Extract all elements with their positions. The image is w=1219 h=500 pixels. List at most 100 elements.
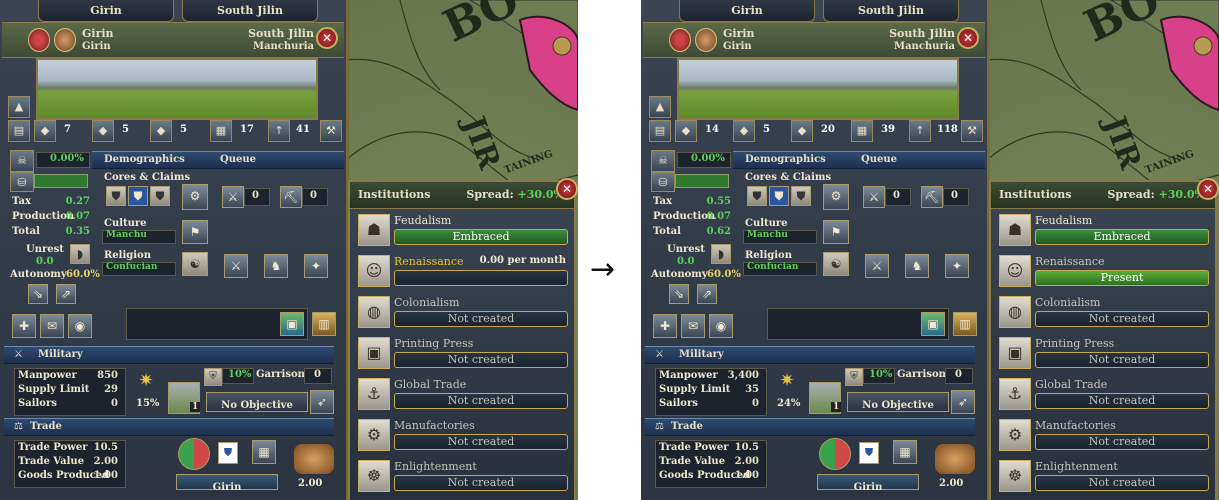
objective-target-button[interactable]: ➶ — [951, 390, 975, 414]
institution-row-global-trade[interactable]: ⚓ Global Trade Not created — [991, 374, 1215, 415]
ledger-icon[interactable]: ▤ — [8, 120, 30, 142]
institution-row-renaissance[interactable]: ☺ Renaissance Present — [991, 251, 1215, 292]
country-flag-icon[interactable] — [669, 28, 691, 52]
raise-autonomy-button[interactable]: ⇗ — [56, 284, 76, 304]
book-button[interactable]: ▥ — [312, 312, 336, 336]
institution-row-colonialism[interactable]: ◍ Colonialism Not created — [350, 292, 574, 333]
institution-row-manufactories[interactable]: ⚙ Manufactories Not created — [991, 415, 1215, 456]
fort-level: 1 — [831, 402, 842, 412]
artillery-button[interactable]: ✦ — [304, 254, 328, 278]
trade-node-button[interactable]: ▦ — [893, 440, 917, 464]
spy-button[interactable]: ◉ — [709, 314, 733, 338]
terrain-icon[interactable]: ▲ — [8, 96, 30, 118]
lower-autonomy-button[interactable]: ⇘ — [669, 284, 689, 304]
tab-province[interactable]: Girin — [38, 0, 174, 22]
diplomacy-button[interactable]: ✉ — [681, 314, 705, 338]
diplomacy-button[interactable]: ✉ — [40, 314, 64, 338]
development-row: ▤ ◆ 7 ◆ 5 ◆ 5 ▦ 17 ↑ 41 ⚒ — [6, 120, 342, 142]
recruit-icon[interactable]: ⚔ — [222, 186, 244, 208]
queue-title: Queue — [220, 154, 256, 165]
institutions-close-icon[interactable]: ✕ — [1197, 178, 1219, 200]
religion-icon[interactable]: ☯ — [182, 252, 208, 276]
claim-shield-icon: ⛊ — [791, 186, 811, 206]
trade-shield-icon: ⛊ — [218, 442, 238, 464]
book-button[interactable]: ▥ — [953, 312, 977, 336]
convert-culture-button[interactable]: ⚑ — [823, 220, 849, 244]
institution-printing-press-icon: ▣ — [999, 337, 1031, 369]
religion-icon[interactable]: ☯ — [823, 252, 849, 276]
institutions-close-icon[interactable]: ✕ — [556, 178, 578, 200]
institution-renaissance-icon: ☺ — [999, 255, 1031, 287]
trade-node-name-box[interactable]: Girin — [176, 474, 278, 493]
institution-row-printing-press[interactable]: ▣ Printing Press Not created — [991, 333, 1215, 374]
institution-row-colonialism[interactable]: ◍ Colonialism Not created — [991, 292, 1215, 333]
fort-icon: ✷ — [779, 370, 795, 391]
build-queue-icon[interactable]: ⛏ — [280, 186, 302, 208]
close-icon[interactable]: ✕ — [316, 27, 338, 49]
cores-action-button[interactable]: ⚙ — [823, 184, 849, 210]
lower-autonomy-button[interactable]: ⇘ — [28, 284, 48, 304]
province-name: Girin — [723, 27, 755, 40]
spy-button[interactable]: ◉ — [68, 314, 92, 338]
institution-name: Enlightenment — [394, 460, 477, 473]
trade-company-icon[interactable] — [695, 28, 717, 52]
institution-global-trade-icon: ⚓ — [999, 378, 1031, 410]
production-icon[interactable]: ◆ — [92, 120, 114, 142]
trade-node-name: Girin — [853, 482, 883, 493]
unrest-shield-icon[interactable]: ◗ — [711, 244, 731, 264]
trade-node-name-box[interactable]: Girin — [817, 474, 919, 493]
institution-row-renaissance[interactable]: ☺ Renaissance 0.00 per month — [350, 251, 574, 292]
unrest-label: Unrest — [26, 244, 64, 255]
institution-row-enlightenment[interactable]: ☸ Enlightenment Not created — [991, 456, 1215, 497]
sailors-label: Sailors — [659, 398, 698, 409]
build-icon[interactable]: ⚒ — [961, 120, 983, 142]
map-label-bo: BO — [1077, 0, 1168, 53]
terrain-icon[interactable]: ▲ — [649, 96, 671, 118]
ledger-icon[interactable]: ▤ — [649, 120, 671, 142]
base-tax-value: 14 — [705, 124, 719, 135]
infantry-button[interactable]: ⚔ — [224, 254, 248, 278]
institution-row-feudalism[interactable]: ☗ Feudalism Embraced — [350, 210, 574, 251]
cavalry-button[interactable]: ♞ — [264, 254, 288, 278]
trade-company-icon[interactable] — [54, 28, 76, 52]
map-mode-button[interactable]: ▣ — [921, 312, 945, 336]
manpower-icon[interactable]: ◆ — [150, 120, 172, 142]
raise-autonomy-button[interactable]: ⇗ — [697, 284, 717, 304]
build-icon[interactable]: ⚒ — [320, 120, 342, 142]
trade-goods-value: 2.00 — [298, 478, 323, 489]
objective-target-button[interactable]: ➶ — [310, 390, 334, 414]
production-icon[interactable]: ◆ — [733, 120, 755, 142]
institution-row-global-trade[interactable]: ⚓ Global Trade Not created — [350, 374, 574, 415]
unrest-shield-icon[interactable]: ◗ — [70, 244, 90, 264]
cavalry-button[interactable]: ♞ — [905, 254, 929, 278]
close-icon[interactable]: ✕ — [957, 27, 979, 49]
tab-state[interactable]: South Jilin — [823, 0, 959, 22]
institution-row-printing-press[interactable]: ▣ Printing Press Not created — [350, 333, 574, 374]
tab-province[interactable]: Girin — [679, 0, 815, 22]
estate-button[interactable]: ✚ — [12, 314, 36, 338]
tax-icon[interactable]: ◆ — [34, 120, 56, 142]
country-flag-icon[interactable] — [28, 28, 50, 52]
manpower-icon[interactable]: ◆ — [791, 120, 813, 142]
objective-button[interactable]: No Objective — [847, 392, 949, 412]
tax-icon[interactable]: ◆ — [675, 120, 697, 142]
institution-row-feudalism[interactable]: ☗ Feudalism Embraced — [991, 210, 1215, 251]
objective-button[interactable]: No Objective — [206, 392, 308, 412]
owner-shield-icon: ⛊ — [128, 186, 148, 206]
infantry-button[interactable]: ⚔ — [865, 254, 889, 278]
convert-culture-button[interactable]: ⚑ — [182, 220, 208, 244]
region-name: Manchuria — [253, 41, 314, 52]
institutions-header: Institutions Spread: +30.0% — [991, 182, 1215, 209]
cores-action-button[interactable]: ⚙ — [182, 184, 208, 210]
artillery-button[interactable]: ✦ — [945, 254, 969, 278]
trade-node-button[interactable]: ▦ — [252, 440, 276, 464]
institution-row-enlightenment[interactable]: ☸ Enlightenment Not created — [350, 456, 574, 497]
estate-button[interactable]: ✚ — [653, 314, 677, 338]
institution-row-manufactories[interactable]: ⚙ Manufactories Not created — [350, 415, 574, 456]
map-mode-button[interactable]: ▣ — [280, 312, 304, 336]
province-area: Girin — [723, 41, 752, 52]
map-label-taining: TAINING — [503, 149, 555, 177]
recruit-icon[interactable]: ⚔ — [863, 186, 885, 208]
tab-state[interactable]: South Jilin — [182, 0, 318, 22]
build-queue-icon[interactable]: ⛏ — [921, 186, 943, 208]
